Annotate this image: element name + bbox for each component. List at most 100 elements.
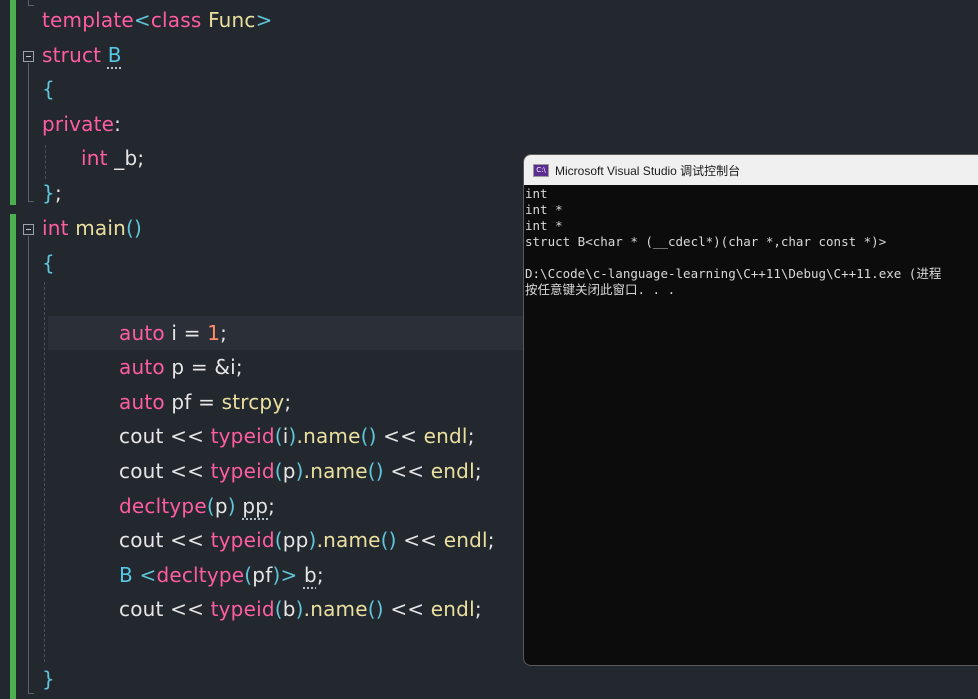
change-marker-bar bbox=[10, 0, 16, 205]
function-name: strcpy bbox=[221, 390, 285, 414]
keyword: typeid bbox=[210, 528, 275, 552]
identifier: pf bbox=[252, 563, 273, 587]
change-marker-bar bbox=[10, 214, 16, 699]
collapse-struct-icon[interactable] bbox=[23, 51, 34, 62]
keyword: decltype bbox=[119, 494, 207, 518]
angle-bracket: < bbox=[133, 8, 151, 32]
paren: () bbox=[126, 216, 143, 240]
indent-guide bbox=[45, 145, 46, 179]
identifier: b bbox=[282, 597, 296, 621]
keyword: typeid bbox=[210, 424, 275, 448]
fold-guide bbox=[28, 63, 29, 201]
console-line: D:\Ccode\c-language-learning\C++11\Debug… bbox=[525, 266, 942, 281]
template-param: Func bbox=[201, 8, 256, 32]
code-line-8: { bbox=[42, 246, 55, 280]
paren: ( bbox=[274, 597, 283, 621]
code-line-1: template<class Func> bbox=[42, 3, 273, 37]
punctuation: ; bbox=[316, 563, 324, 587]
punctuation: ; bbox=[284, 390, 292, 414]
brace: } bbox=[42, 667, 55, 691]
code-line-15: decltype(p) pp; bbox=[119, 489, 275, 523]
punctuation: ; bbox=[235, 355, 243, 379]
code-line-3: { bbox=[42, 72, 55, 106]
paren: ) bbox=[295, 459, 304, 483]
paren: ) bbox=[227, 494, 236, 518]
struct-name: B bbox=[107, 43, 122, 67]
method-name: .name bbox=[316, 528, 381, 552]
keyword: decltype bbox=[156, 563, 245, 587]
type: int bbox=[42, 216, 69, 240]
operator: << bbox=[383, 459, 431, 483]
angle-bracket: < bbox=[132, 563, 157, 587]
console-title: Microsoft Visual Studio 调试控制台 bbox=[555, 163, 741, 178]
paren: () bbox=[367, 459, 384, 483]
console-titlebar[interactable]: C:\ Microsoft Visual Studio 调试控制台 bbox=[524, 155, 978, 185]
code-line-17: B <decltype(pf)> b; bbox=[119, 558, 324, 592]
paren: ( bbox=[274, 528, 283, 552]
code-line-13: cout << typeid(i).name() << endl; bbox=[119, 419, 475, 453]
type: B bbox=[119, 563, 133, 587]
number-literal: 1 bbox=[207, 321, 221, 345]
punctuation: : bbox=[114, 112, 122, 136]
operator: = bbox=[198, 390, 222, 414]
console-line: int * bbox=[525, 202, 563, 217]
keyword: template bbox=[42, 8, 134, 32]
keyword: typeid bbox=[210, 459, 275, 483]
identifier: cout << bbox=[119, 597, 211, 621]
paren: () bbox=[360, 424, 377, 448]
console-output[interactable]: int int * int * struct B<char * (__cdecl… bbox=[524, 185, 978, 298]
paren: () bbox=[380, 528, 397, 552]
code-line-16: cout << typeid(pp).name() << endl; bbox=[119, 523, 495, 557]
paren: ( bbox=[274, 424, 283, 448]
punctuation: ; bbox=[220, 321, 228, 345]
paren: () bbox=[367, 597, 384, 621]
identifier: endl bbox=[423, 424, 468, 448]
keyword: class bbox=[150, 8, 202, 32]
fold-guide bbox=[28, 236, 29, 693]
method-name: .name bbox=[303, 597, 368, 621]
punctuation: ; bbox=[474, 459, 482, 483]
paren: ) bbox=[288, 424, 297, 448]
brace: { bbox=[42, 77, 55, 101]
collapse-main-icon[interactable] bbox=[23, 224, 34, 235]
operator: = & bbox=[190, 355, 231, 379]
console-app-icon: C:\ bbox=[533, 163, 549, 177]
punctuation: ; bbox=[268, 494, 276, 518]
identifier: i bbox=[164, 321, 184, 345]
operator: << bbox=[396, 528, 444, 552]
code-line-6: }; bbox=[42, 176, 62, 210]
console-line: int bbox=[525, 186, 548, 201]
identifier: pp bbox=[282, 528, 309, 552]
identifier: p bbox=[164, 355, 191, 379]
code-line-4: private: bbox=[42, 107, 121, 141]
code-line-2: struct B bbox=[42, 38, 122, 72]
punctuation: ; bbox=[137, 146, 145, 170]
console-line: struct B<char * (__cdecl*)(char *,char c… bbox=[525, 234, 887, 249]
fold-guide-end bbox=[28, 201, 34, 202]
paren: ( bbox=[274, 459, 283, 483]
keyword: auto bbox=[119, 321, 165, 345]
code-line-14: cout << typeid(p).name() << endl; bbox=[119, 454, 482, 488]
identifier: p bbox=[214, 494, 228, 518]
identifier: cout << bbox=[119, 528, 211, 552]
code-line-20: } bbox=[42, 662, 55, 696]
debug-console-window[interactable]: C:\ Microsoft Visual Studio 调试控制台 int in… bbox=[523, 154, 978, 666]
identifier: endl bbox=[430, 459, 475, 483]
operator: << bbox=[383, 597, 431, 621]
brace: } bbox=[42, 181, 55, 205]
identifier: b bbox=[303, 563, 317, 587]
punctuation: ; bbox=[467, 424, 475, 448]
type: int bbox=[81, 146, 108, 170]
code-line-18: cout << typeid(b).name() << endl; bbox=[119, 592, 482, 626]
identifier: cout << bbox=[119, 459, 211, 483]
console-line: 按任意键关闭此窗口. . . bbox=[525, 282, 676, 297]
paren: ( bbox=[206, 494, 215, 518]
identifier: endl bbox=[443, 528, 488, 552]
member-name: _b bbox=[107, 146, 138, 170]
identifier: pp bbox=[242, 494, 269, 518]
keyword: typeid bbox=[210, 597, 275, 621]
identifier: p bbox=[282, 459, 296, 483]
code-line-12: auto pf = strcpy; bbox=[119, 385, 291, 419]
keyword: auto bbox=[119, 390, 165, 414]
punctuation: ; bbox=[487, 528, 495, 552]
